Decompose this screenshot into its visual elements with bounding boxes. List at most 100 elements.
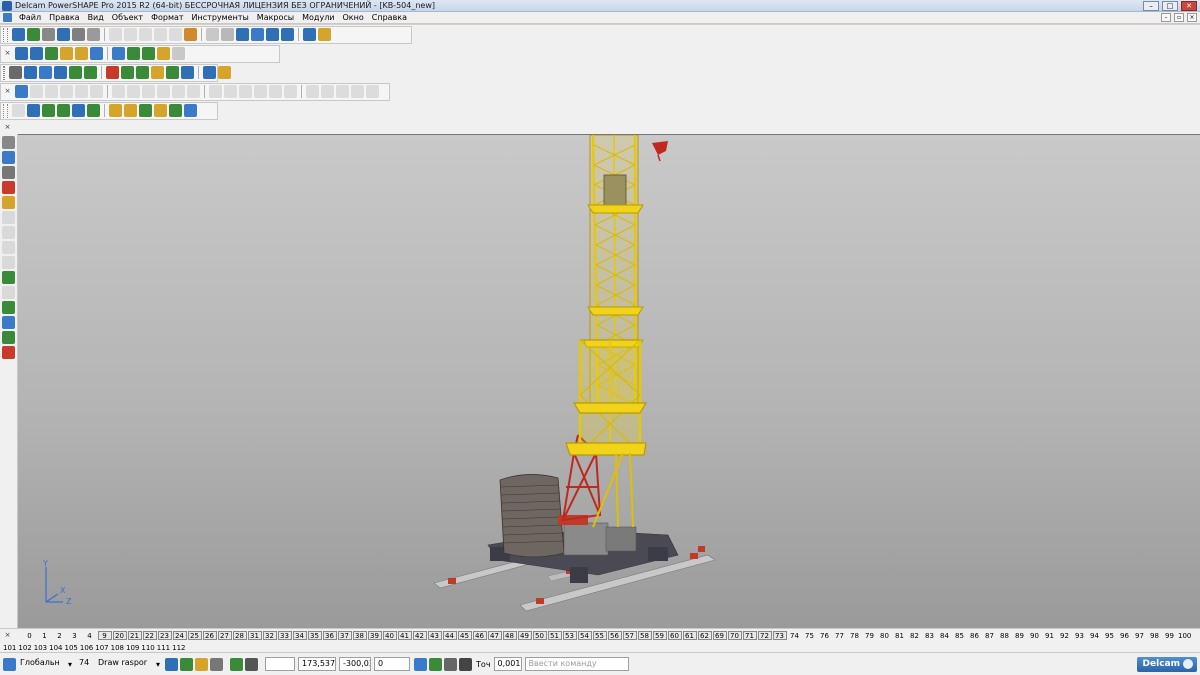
level-button[interactable]: 36 [322,631,337,640]
surface-tool-icon[interactable] [284,85,297,98]
document-icon[interactable] [3,13,12,22]
level-button[interactable]: 53 [562,631,577,640]
solid-tool-icon[interactable] [169,104,182,117]
level-button[interactable]: 109 [125,644,140,652]
level-button[interactable]: 110 [140,644,155,652]
left-tool-icon[interactable] [2,136,15,149]
tool-icon[interactable] [251,28,264,41]
tool-icon[interactable] [109,28,122,41]
level-button[interactable]: 1 [37,632,52,640]
view-tool-icon[interactable] [127,47,140,60]
menu-edit[interactable]: Правка [45,13,83,22]
tool-icon[interactable] [12,28,25,41]
surface-tool-icon[interactable] [45,85,58,98]
menu-help[interactable]: Справка [368,13,411,22]
object-tool-icon[interactable] [39,66,52,79]
menu-format[interactable]: Формат [147,13,187,22]
surface-tool-icon[interactable] [306,85,319,98]
level-button[interactable]: 75 [802,632,817,640]
level-button[interactable]: 56 [607,631,622,640]
level-button[interactable]: 54 [577,631,592,640]
left-tool-icon[interactable] [2,286,15,299]
surface-tool-icon[interactable] [15,85,28,98]
left-tool-icon[interactable] [2,346,15,359]
object-tool-icon[interactable] [84,66,97,79]
toolbar-grip[interactable] [3,27,8,42]
material-icon[interactable] [195,657,209,671]
level-button[interactable]: 99 [1162,632,1177,640]
level-button[interactable]: 51 [547,631,562,640]
level-button[interactable]: 61 [682,631,697,640]
level-button[interactable]: 28 [232,631,247,640]
object-tool-icon[interactable] [181,66,194,79]
level-button[interactable]: 111 [156,644,171,652]
view-tool-icon[interactable] [60,47,73,60]
toolbar-grip[interactable] [3,65,5,80]
selection-filter-icon[interactable] [165,657,179,671]
level-button[interactable]: 81 [892,632,907,640]
solid-tool-icon[interactable] [139,104,152,117]
level-button[interactable]: 106 [79,644,94,652]
grid-icon[interactable] [245,657,259,671]
view-tool-icon[interactable] [142,47,155,60]
workplane-icon[interactable] [3,657,16,671]
minimize-button[interactable]: – [1143,0,1159,11]
object-tool-icon[interactable] [121,66,134,79]
surface-tool-icon[interactable] [351,85,364,98]
view-tool-icon[interactable] [157,47,170,60]
surface-tool-icon[interactable] [187,85,200,98]
left-tool-icon[interactable] [2,151,15,164]
object-tool-icon[interactable] [166,66,179,79]
level-button[interactable]: 97 [1132,632,1147,640]
left-tool-icon[interactable] [2,241,15,254]
tolerance-icon[interactable] [459,657,473,671]
level-button[interactable]: 20 [112,631,127,640]
left-tool-icon[interactable] [2,256,15,269]
levels-close-icon[interactable]: × [3,631,12,640]
left-tool-icon[interactable] [2,166,15,179]
toolbar-grip[interactable] [3,103,8,118]
tool-icon[interactable] [236,28,249,41]
solid-tool-icon[interactable] [42,104,55,117]
solid-tool-icon[interactable] [87,104,100,117]
level-button[interactable]: 69 [712,631,727,640]
level-button[interactable]: 44 [442,631,457,640]
tool-icon[interactable] [57,28,70,41]
menu-object[interactable]: Объект [108,13,147,22]
level-button[interactable]: 40 [382,631,397,640]
level-button[interactable]: 94 [1087,632,1102,640]
level-button[interactable]: 38 [352,631,367,640]
level-button[interactable]: 21 [127,631,142,640]
level-button[interactable]: 47 [487,631,502,640]
level-button[interactable]: 91 [1042,632,1057,640]
tool-icon[interactable] [154,28,167,41]
calculator-icon[interactable] [414,657,428,671]
surface-tool-icon[interactable] [209,85,222,98]
level-button[interactable]: 0 [22,632,37,640]
solid-tool-icon[interactable] [109,104,122,117]
solid-tool-icon[interactable] [72,104,85,117]
view-tool-icon[interactable] [75,47,88,60]
level-button[interactable]: 32 [262,631,277,640]
solid-tool-icon[interactable] [184,104,197,117]
toolbar-close-icon[interactable]: × [3,49,12,58]
level-button[interactable]: 89 [1012,632,1027,640]
level-select[interactable]: Draw raspor [95,657,153,671]
level-button[interactable]: 50 [532,631,547,640]
menu-view[interactable]: Вид [84,13,108,22]
level-button[interactable]: 96 [1117,632,1132,640]
surface-tool-icon[interactable] [112,85,125,98]
level-button[interactable]: 33 [277,631,292,640]
solid-tool-icon[interactable] [57,104,70,117]
surface-tool-icon[interactable] [321,85,334,98]
object-tool-icon[interactable] [203,66,216,79]
surface-tool-icon[interactable] [90,85,103,98]
surface-tool-icon[interactable] [269,85,282,98]
level-button[interactable]: 62 [697,631,712,640]
level-button[interactable]: 43 [427,631,442,640]
surface-tool-icon[interactable] [239,85,252,98]
level-button[interactable]: 103 [33,644,48,652]
level-button[interactable]: 98 [1147,632,1162,640]
level-button[interactable]: 58 [637,631,652,640]
menu-tools[interactable]: Инструменты [188,13,253,22]
